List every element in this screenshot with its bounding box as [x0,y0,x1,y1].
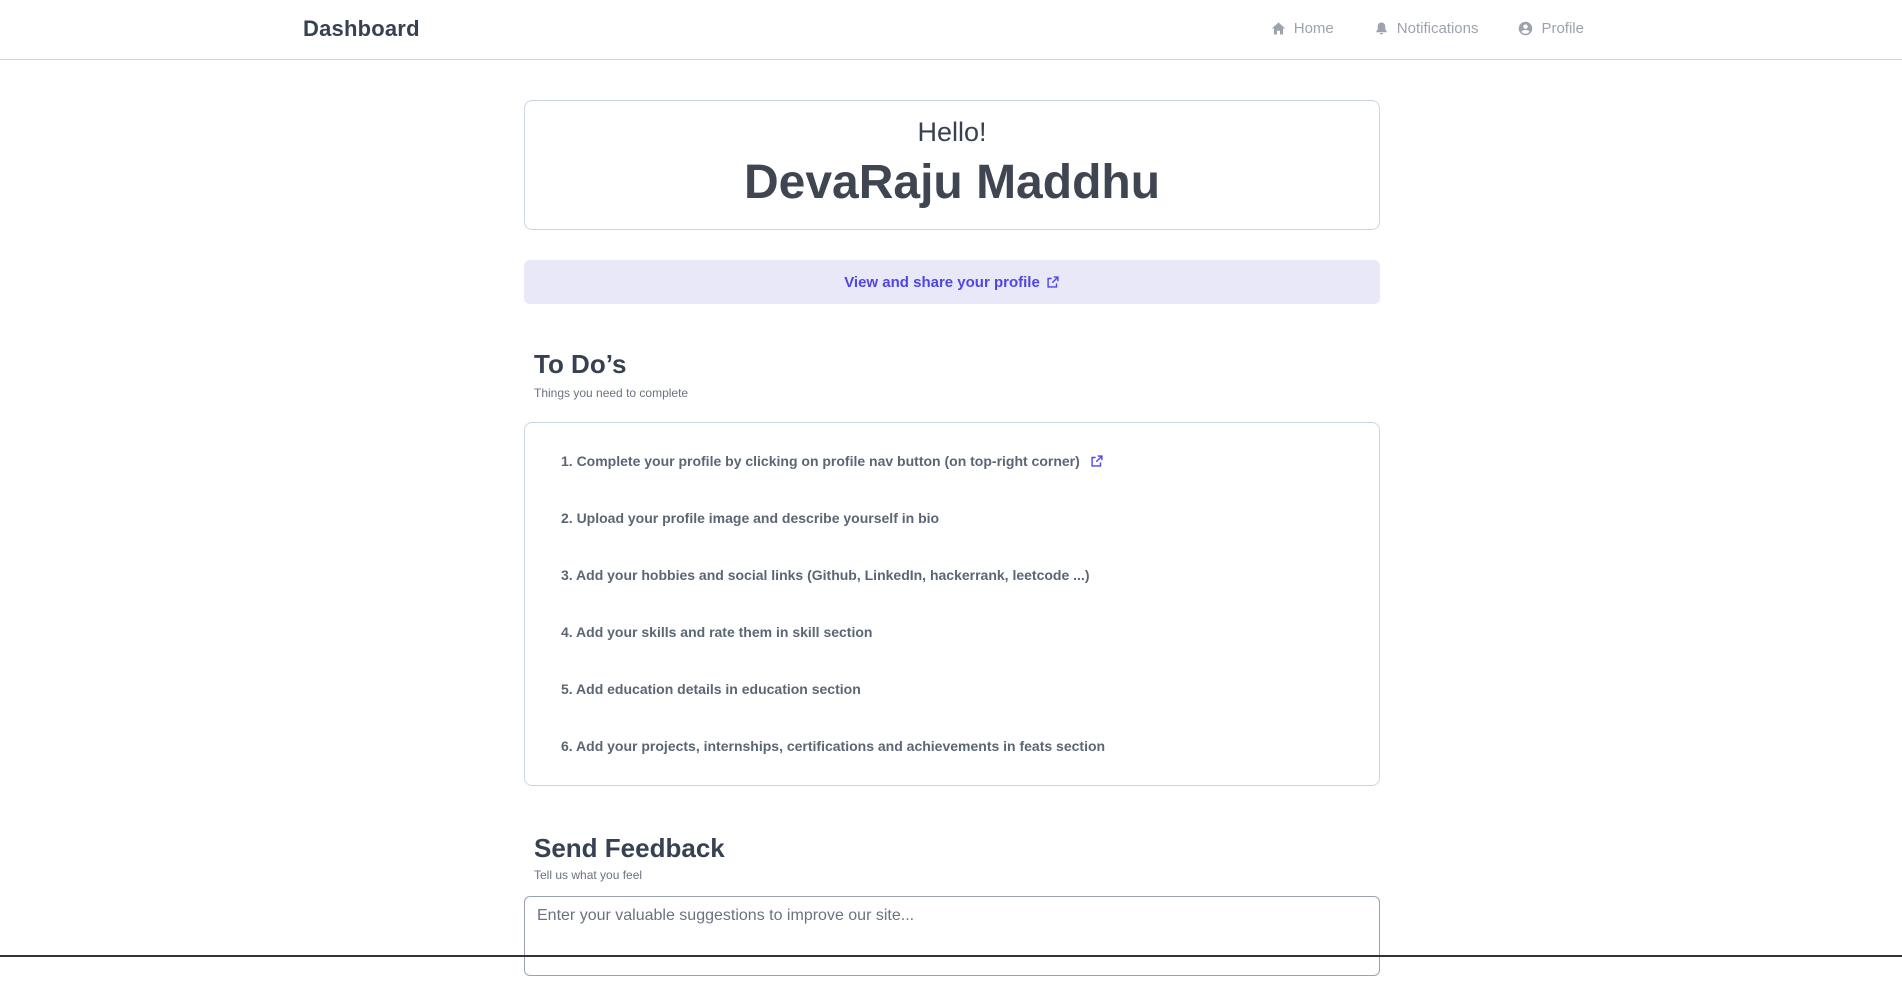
todo-item: 1. Complete your profile by clicking on … [561,445,1379,502]
greeting-text: Hello! [917,117,987,147]
feedback-subtitle: Tell us what you feel [534,868,643,882]
user-circle-icon [1519,21,1533,36]
feedback-textarea[interactable] [524,896,1380,976]
nav-notifications-link[interactable]: Notifications [1374,20,1479,37]
todo-item: 5. Add education details in education se… [561,673,1379,730]
todo-list: 1. Complete your profile by clicking on … [524,422,1380,786]
external-link-icon [1047,276,1059,288]
todo-item: 3. Add your hobbies and social links (Gi… [561,559,1379,616]
todo-item-text: 2. Upload your profile image and describ… [561,510,940,526]
todos-title: To Do’s [534,349,627,379]
todo-item-text: 6. Add your projects, internships, certi… [561,738,1106,754]
nav-home-label: Home [1293,20,1334,37]
todo-item-text: 4. Add your skills and rate them in skil… [561,624,873,640]
main-content: Hello! DevaRaju Maddhu View and share yo… [524,100,1380,981]
nav-home-link[interactable]: Home [1271,20,1334,37]
nav-links: Home Notifications Profile [1271,20,1584,37]
todos-subtitle: Things you need to complete [534,386,689,400]
nav-profile-link[interactable]: Profile [1518,20,1584,37]
share-profile-button[interactable]: View and share your profile [524,260,1380,304]
external-link-icon[interactable] [1090,454,1104,468]
bell-icon [1376,22,1387,35]
home-icon [1271,22,1285,35]
todo-item-text: 5. Add education details in education se… [561,681,861,697]
brand-title[interactable]: Dashboard [303,16,420,42]
user-name: DevaRaju Maddhu [743,156,1161,209]
nav-notifications-label: Notifications [1396,20,1479,37]
todo-item: 4. Add your skills and rate them in skil… [561,616,1379,673]
share-profile-label: View and share your profile [844,273,1040,291]
todo-item-text: 3. Add your hobbies and social links (Gi… [561,567,1090,583]
todo-item: 2. Upload your profile image and describ… [561,502,1379,559]
todo-item-text: 1. Complete your profile by clicking on … [561,453,1080,469]
todo-item: 6. Add your projects, internships, certi… [561,730,1379,787]
nav-profile-label: Profile [1541,20,1584,37]
top-navbar: Dashboard Home Notifications Profile [0,0,1902,60]
greeting-card: Hello! DevaRaju Maddhu [524,100,1380,230]
feedback-title: Send Feedback [534,833,725,863]
